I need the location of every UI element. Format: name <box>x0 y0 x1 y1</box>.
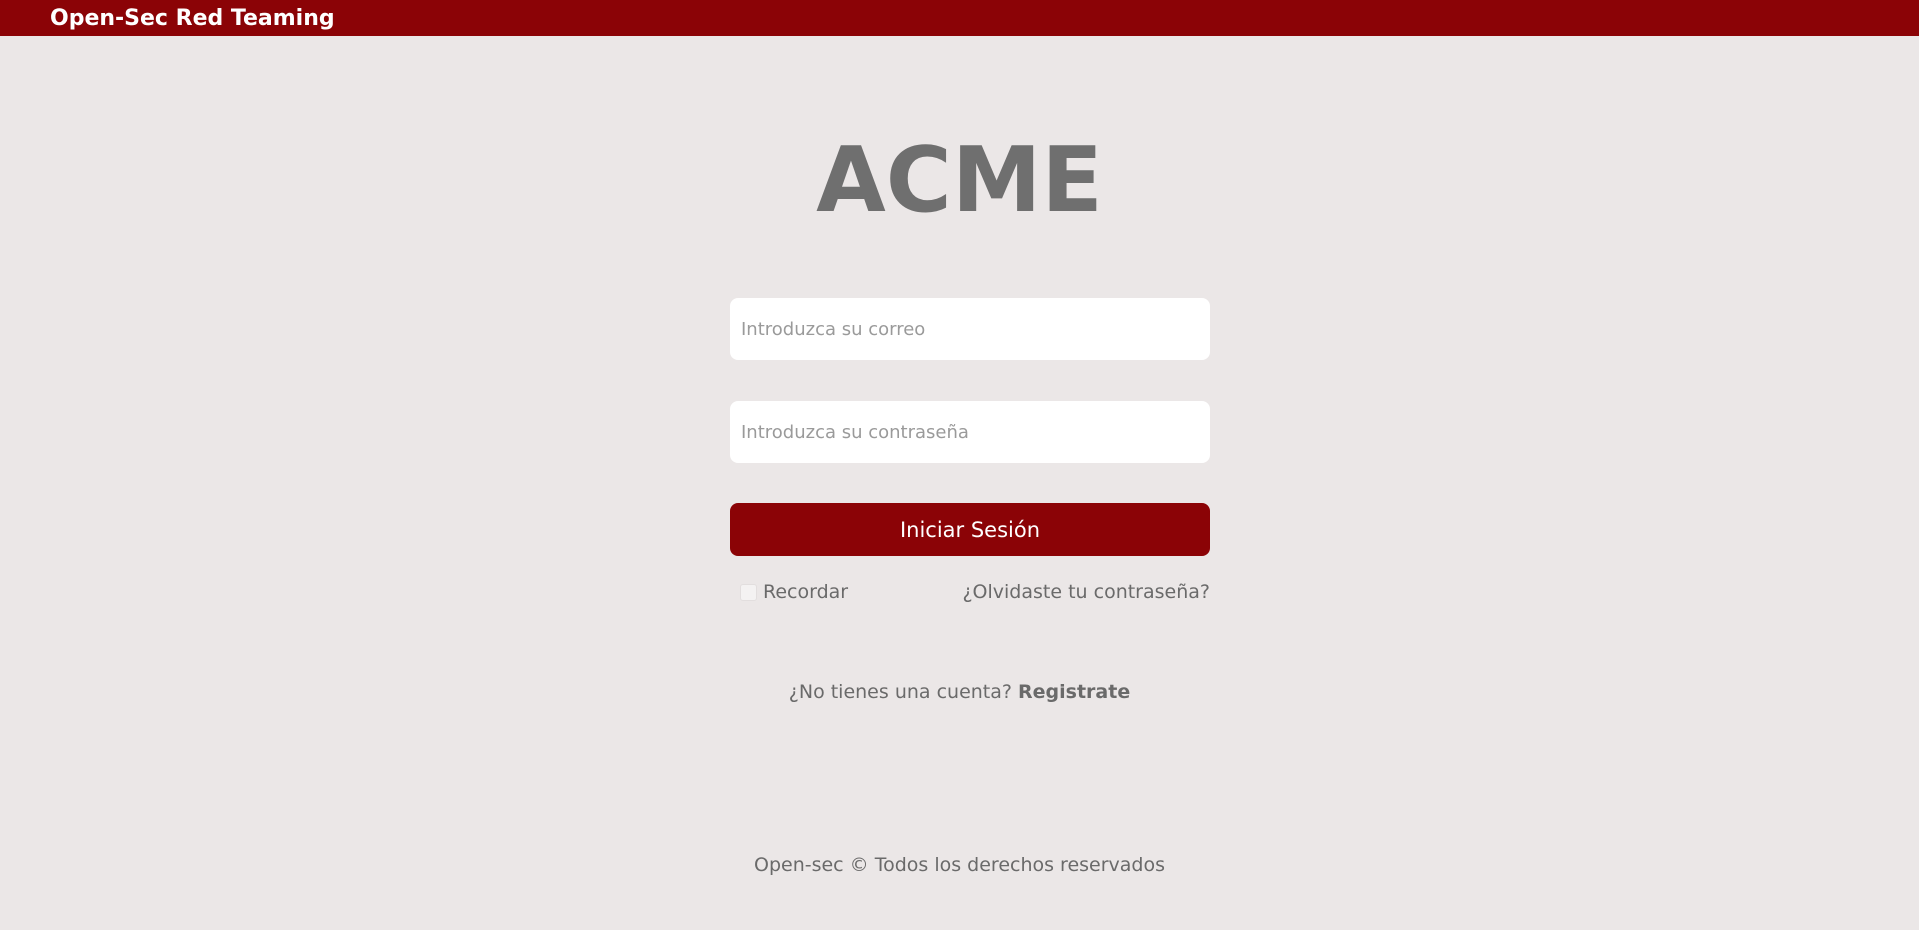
email-input[interactable] <box>730 298 1210 360</box>
brand-title: Open-Sec Red Teaming <box>50 6 335 31</box>
password-input[interactable] <box>730 401 1210 463</box>
footer-copyright: Open-sec © Todos los derechos reservados <box>753 854 1166 876</box>
acme-logo: ACME <box>816 128 1103 233</box>
signup-prompt: ¿No tienes una cuenta? <box>788 681 1019 703</box>
top-bar: Open-Sec Red Teaming <box>0 0 1919 36</box>
signup-link[interactable]: Registrate <box>1018 681 1130 703</box>
remember-checkbox[interactable] <box>740 583 757 601</box>
remember-label: Recordar <box>763 581 849 603</box>
forgot-password-link[interactable]: ¿Olvidaste tu contraseña? <box>962 580 1210 604</box>
remember-control[interactable]: Recordar <box>740 580 848 604</box>
signup-row: ¿No tienes una cuenta? Registrate <box>0 680 1919 704</box>
login-button[interactable]: Iniciar Sesión <box>730 503 1210 556</box>
